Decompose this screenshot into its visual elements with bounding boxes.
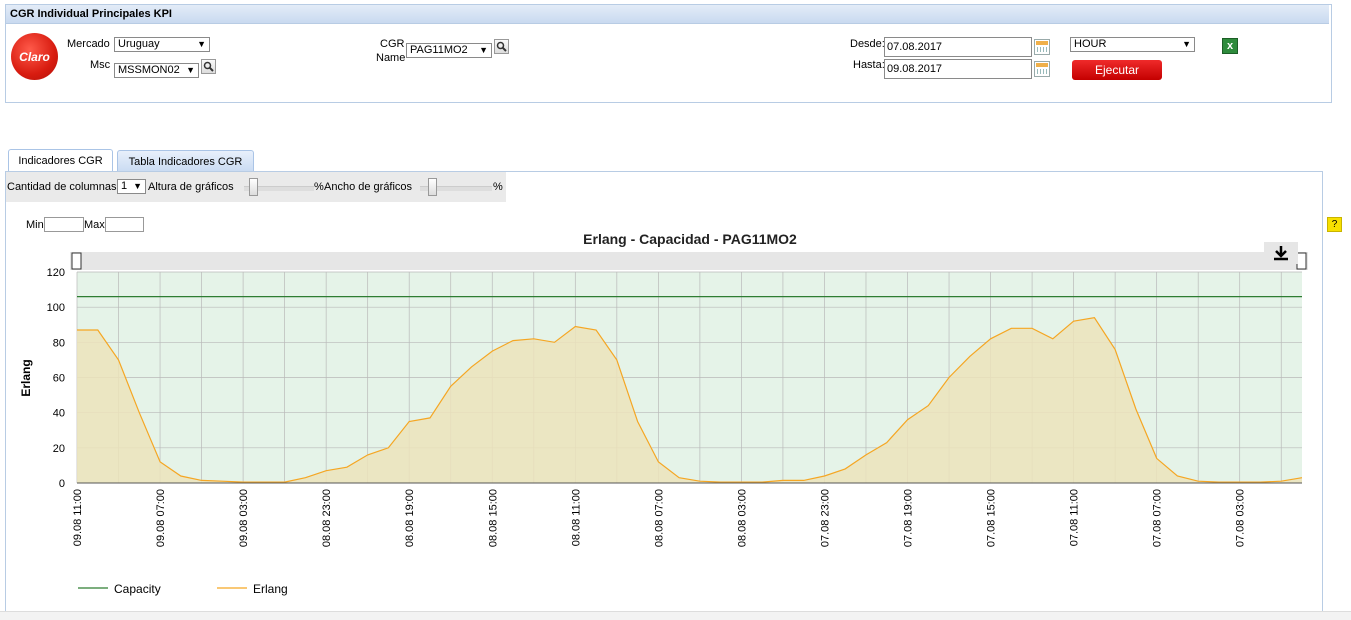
x-tick-label: 07.08 19:00: [903, 489, 915, 547]
cgr-search-button[interactable]: [494, 39, 509, 54]
y-tick-label: 0: [59, 478, 65, 490]
chevron-down-icon: ▼: [479, 45, 488, 55]
erlang-chart: Erlang - Capacidad - PAG11MO2 0 20 40 60 80 1…: [19, 231, 1308, 596]
y-tick-label: 80: [53, 337, 65, 349]
help-icon[interactable]: ?: [1327, 217, 1342, 232]
x-tick-label: 09.08 03:00: [238, 489, 250, 547]
msc-select[interactable]: MSSMON02 ▼: [114, 63, 199, 78]
width-label: Ancho de gráficos: [324, 181, 413, 193]
width-unit: %: [493, 181, 503, 193]
hasta-input[interactable]: 09.08.2017: [884, 59, 1032, 79]
chevron-down-icon: ▼: [1182, 39, 1191, 49]
granularity-value: HOUR: [1074, 38, 1107, 50]
mercado-select[interactable]: Uruguay ▼: [114, 37, 210, 52]
download-icon[interactable]: [1264, 242, 1298, 264]
msc-label: Msc: [90, 59, 111, 71]
claro-logo: Claro: [11, 33, 58, 80]
height-slider-handle[interactable]: [249, 178, 258, 196]
cgr-label: CGR: [380, 38, 405, 50]
x-tick-label: 07.08 03:00: [1235, 489, 1247, 547]
y-tick-label: 40: [53, 408, 65, 420]
x-tick-label: 08.08 07:00: [653, 489, 665, 547]
x-tick-label: 08.08 11:00: [570, 489, 582, 546]
msc-search-button[interactable]: [201, 59, 216, 74]
granularity-select[interactable]: HOUR ▼: [1070, 37, 1195, 52]
y-tick-label: 120: [47, 267, 65, 279]
zoom-handle-right[interactable]: [1296, 252, 1307, 270]
columns-label: Cantidad de columnas: [7, 181, 117, 193]
desde-input[interactable]: 07.08.2017: [884, 37, 1032, 57]
hasta-label: Hasta:: [853, 59, 885, 71]
panel-title: CGR Individual Principales KPI: [6, 5, 1329, 24]
width-slider-handle[interactable]: [428, 178, 437, 196]
legend: Capacity Erlang: [78, 582, 288, 596]
legend-erlang-label: Erlang: [253, 582, 288, 596]
y-tick-label: 100: [47, 302, 65, 314]
x-tick-label: 08.08 19:00: [404, 489, 416, 547]
x-tick-label: 08.08 03:00: [736, 489, 748, 547]
cgr-name-label: Name: [376, 52, 406, 64]
y-tick-label: 20: [53, 443, 65, 455]
height-label: Altura de gráficos: [148, 181, 234, 193]
cgr-value: PAG11MO2: [410, 44, 468, 56]
zoom-handle-left[interactable]: [71, 252, 82, 270]
chevron-down-icon: ▼: [133, 181, 142, 191]
search-icon: [496, 41, 507, 52]
columns-select[interactable]: 1 ▼: [117, 179, 146, 194]
mercado-label: Mercado: [67, 38, 110, 50]
y-tick-label: 60: [53, 373, 65, 385]
desde-calendar-icon[interactable]: [1034, 39, 1050, 55]
x-tick-label: 09.08 07:00: [155, 489, 167, 547]
chevron-down-icon: ▼: [197, 39, 206, 49]
x-tick-label: 08.08 15:00: [487, 489, 499, 547]
height-unit: %: [314, 181, 324, 193]
columns-value: 1: [121, 180, 128, 192]
x-tick-label: 09.08 11:00: [72, 489, 84, 546]
cgr-select[interactable]: PAG11MO2 ▼: [406, 43, 492, 58]
hasta-calendar-icon[interactable]: [1034, 61, 1050, 77]
excel-export-icon[interactable]: x: [1222, 38, 1238, 54]
chevron-down-icon: ▼: [186, 65, 195, 75]
tab-tabla-indicadores-cgr[interactable]: Tabla Indicadores CGR: [117, 150, 254, 172]
x-tick-label: 07.08 23:00: [819, 489, 831, 547]
search-icon: [203, 61, 214, 72]
msc-value: MSSMON02: [118, 64, 180, 76]
y-axis-label: Erlang: [19, 359, 33, 396]
chart-title: Erlang - Capacidad - PAG11MO2: [583, 231, 797, 247]
x-tick-label: 07.08 07:00: [1152, 489, 1164, 547]
zoom-scrollbar[interactable]: [70, 252, 1308, 270]
x-tick-label: 07.08 11:00: [1069, 489, 1081, 546]
execute-button[interactable]: Ejecutar: [1072, 60, 1162, 80]
tab-indicadores-cgr[interactable]: Indicadores CGR: [8, 149, 113, 171]
x-tick-label: 07.08 15:00: [986, 489, 998, 547]
mercado-value: Uruguay: [118, 38, 160, 50]
legend-capacity-label: Capacity: [114, 582, 161, 596]
desde-label: Desde:: [850, 38, 885, 50]
x-tick-label: 08.08 23:00: [321, 489, 333, 547]
